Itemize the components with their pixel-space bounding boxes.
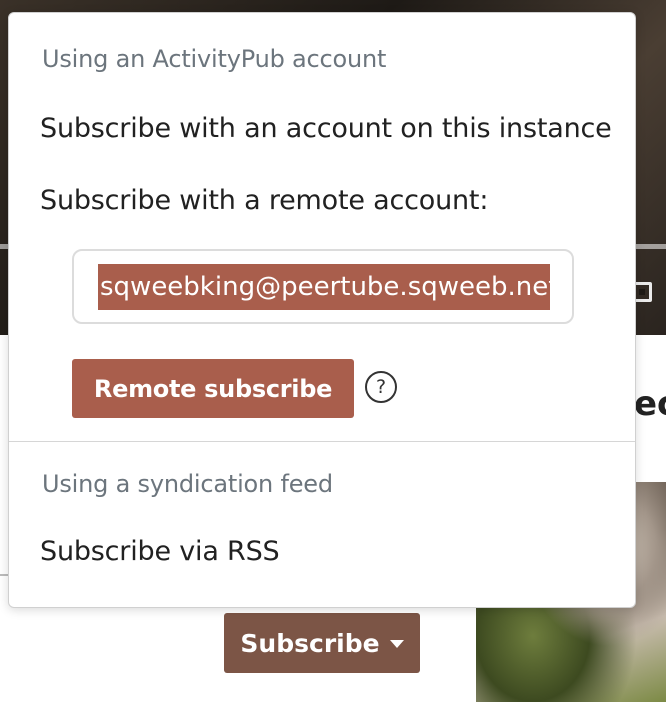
syndication-section-header: Using a syndication feed	[42, 470, 333, 498]
remote-account-input[interactable]: sqweebking@peertube.sqweeb.net	[98, 264, 550, 310]
video-title-fragment: ec	[634, 384, 666, 424]
subscribe-local-account-item[interactable]: Subscribe with an account on this instan…	[40, 113, 612, 144]
remote-subscribe-button[interactable]: Remote subscribe	[72, 359, 354, 418]
dropdown-divider	[9, 441, 635, 442]
caret-down-icon	[389, 640, 404, 648]
subscribe-button-label: Subscribe	[240, 628, 380, 658]
subscribe-rss-item[interactable]: Subscribe via RSS	[40, 536, 280, 567]
subscribe-dropdown-menu: Using an ActivityPub account Subscribe w…	[8, 12, 636, 608]
activitypub-section-header: Using an ActivityPub account	[42, 45, 387, 73]
help-icon[interactable]: ?	[365, 371, 397, 403]
remote-account-field[interactable]: sqweebking@peertube.sqweeb.net	[72, 249, 574, 324]
remote-subscribe-prompt: Subscribe with a remote account:	[40, 185, 489, 216]
subscribe-dropdown-button[interactable]: Subscribe	[224, 613, 420, 673]
